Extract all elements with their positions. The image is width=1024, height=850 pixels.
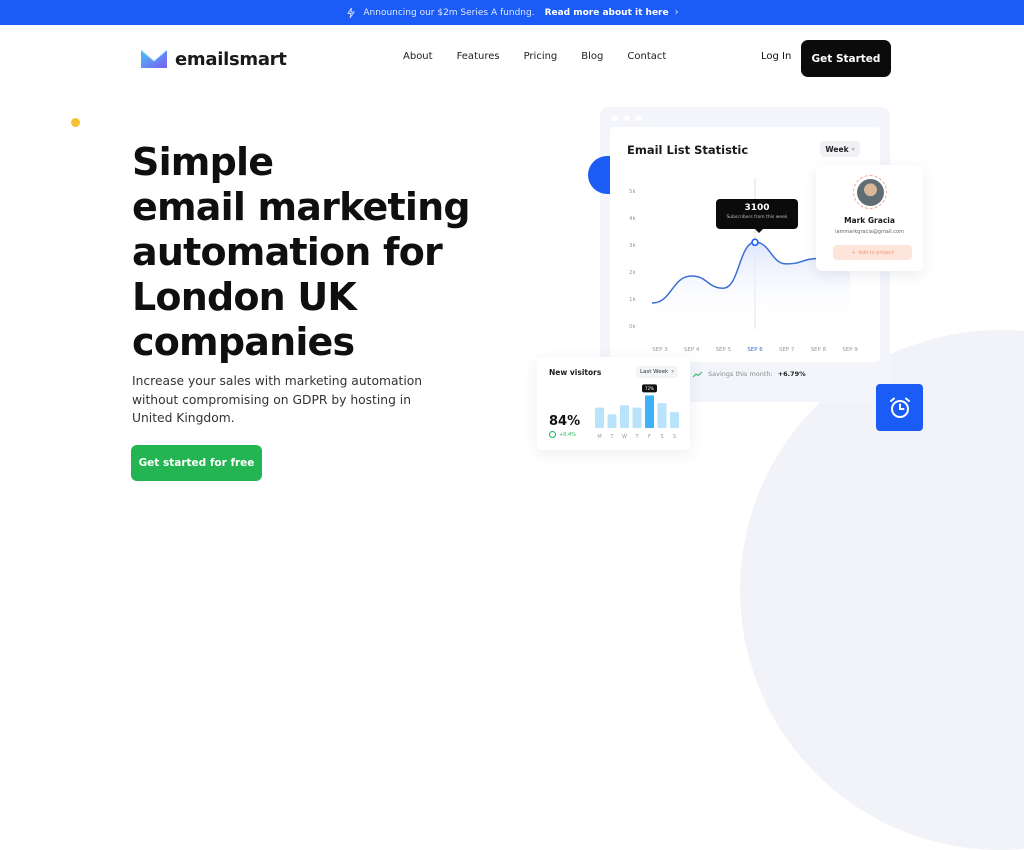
- nav-about[interactable]: About: [403, 51, 433, 62]
- bar-category-label: S: [660, 434, 663, 440]
- chevron-down-icon: ▾: [851, 145, 855, 153]
- x-tick-label: SEP 7: [779, 347, 795, 353]
- nav-blog[interactable]: Blog: [581, 51, 603, 62]
- bar: [595, 407, 604, 428]
- nav-features[interactable]: Features: [457, 51, 500, 62]
- avatar-ring: [853, 175, 887, 209]
- y-tick-label: 0k: [629, 324, 636, 330]
- plus-icon: +: [851, 249, 856, 256]
- profile-email: iammarkgracia@gmail.com: [835, 229, 904, 235]
- profile-card: Mark Gracia iammarkgracia@gmail.com + Ad…: [816, 165, 923, 271]
- get-started-button[interactable]: Get Started: [801, 40, 891, 77]
- bar-category-label: F: [648, 434, 651, 440]
- trend-up-icon: [693, 371, 703, 377]
- main-menu: About Features Pricing Blog Contact: [403, 51, 690, 62]
- visitors-title: New visitors: [549, 368, 602, 377]
- bar-category-label: T: [634, 434, 639, 440]
- bar: [670, 412, 679, 428]
- visitors-percent: 84%: [549, 414, 581, 429]
- hero-title-line: London UK: [132, 275, 357, 319]
- y-tick-label: 5k: [629, 189, 636, 195]
- nav-pricing[interactable]: Pricing: [524, 51, 558, 62]
- announcement-bar: Announcing our $2m Series A fundng. Read…: [0, 0, 1024, 25]
- x-tick-label: SEP 8: [811, 347, 827, 353]
- y-tick-label: 1k: [629, 297, 636, 303]
- bar-category-label: S: [673, 434, 676, 440]
- envelope-logo-icon: [140, 49, 168, 68]
- hero-title-line: companies: [132, 320, 355, 364]
- visitors-period-value: Last Week: [639, 369, 669, 375]
- chart-title: Email List Statistic: [627, 143, 749, 157]
- y-tick-label: 3k: [629, 243, 636, 249]
- savings-value: +6.79%: [777, 370, 806, 378]
- trend-circle-icon: [549, 431, 556, 438]
- x-tick-label: SEP 3: [652, 347, 668, 353]
- bar-category-label: W: [622, 434, 627, 440]
- decorative-half-circle: [588, 156, 610, 194]
- decorative-dot: [71, 118, 80, 127]
- bar: [607, 414, 617, 428]
- bar-category-label: T: [609, 434, 614, 440]
- period-value: Week: [825, 144, 849, 154]
- profile-name: Mark Gracia: [844, 216, 895, 225]
- chevron-down-icon: ▾: [671, 369, 675, 375]
- x-tick-label: SEP 9: [842, 347, 858, 353]
- period-select[interactable]: Week ▾: [820, 141, 860, 157]
- hero-title-line: automation for: [132, 230, 443, 274]
- get-started-free-button[interactable]: Get started for free: [131, 445, 262, 481]
- alarm-clock-icon: [889, 397, 910, 418]
- hero-title: Simple email marketing automation for Lo…: [132, 140, 471, 365]
- visitors-delta-value: +0.4%: [559, 431, 576, 438]
- chart-tooltip: 3100 Subscribers from this week: [716, 199, 798, 233]
- window-dots: [612, 115, 642, 121]
- visitors-bar-chart: M T W T F 72% S S: [595, 384, 679, 440]
- tooltip-label: Subscribers from this week: [726, 215, 788, 220]
- bar: [645, 395, 654, 428]
- x-tick-label: SEP 5: [716, 347, 732, 353]
- top-nav: emailsmart About Features Pricing Blog C…: [0, 25, 1024, 91]
- savings-stat: Savings this month: +6.79%: [693, 370, 806, 378]
- announcement-text: Announcing our $2m Series A fundng.: [363, 7, 535, 18]
- bar: [632, 407, 642, 428]
- bar: [657, 403, 667, 428]
- bar-tooltip-label: 72%: [645, 386, 654, 391]
- visitors-period-select[interactable]: Last Week ▾: [636, 366, 678, 378]
- login-link[interactable]: Log In: [761, 51, 791, 62]
- add-to-project-button[interactable]: + Add to project: [833, 245, 912, 260]
- hero-title-line: Simple: [132, 140, 274, 184]
- visitors-delta: +0.4%: [549, 431, 576, 438]
- lightning-icon: [345, 7, 357, 19]
- alarm-tile: [876, 384, 923, 431]
- avatar: [856, 178, 884, 206]
- x-tick-label: SEP 4: [684, 347, 700, 353]
- y-tick-label: 4k: [629, 216, 636, 222]
- savings-label: Savings this month:: [708, 370, 773, 378]
- chevron-right-icon: ›: [674, 7, 679, 18]
- tooltip-value: 3100: [744, 203, 770, 213]
- hero-subtitle: Increase your sales with marketing autom…: [132, 374, 423, 425]
- bar: [620, 405, 629, 428]
- hero-title-line: email marketing: [132, 185, 471, 229]
- x-tick-label: SEP 6: [747, 347, 763, 353]
- announcement-link[interactable]: Read more about it here: [545, 8, 669, 18]
- y-tick-label: 2k: [629, 270, 636, 276]
- brand-logo[interactable]: emailsmart: [140, 48, 287, 70]
- highlight-point: [751, 238, 759, 247]
- add-to-project-label: Add to project: [858, 249, 894, 256]
- bar-category-label: M: [597, 434, 601, 440]
- brand-name: emailsmart: [175, 48, 287, 70]
- nav-contact[interactable]: Contact: [627, 51, 666, 62]
